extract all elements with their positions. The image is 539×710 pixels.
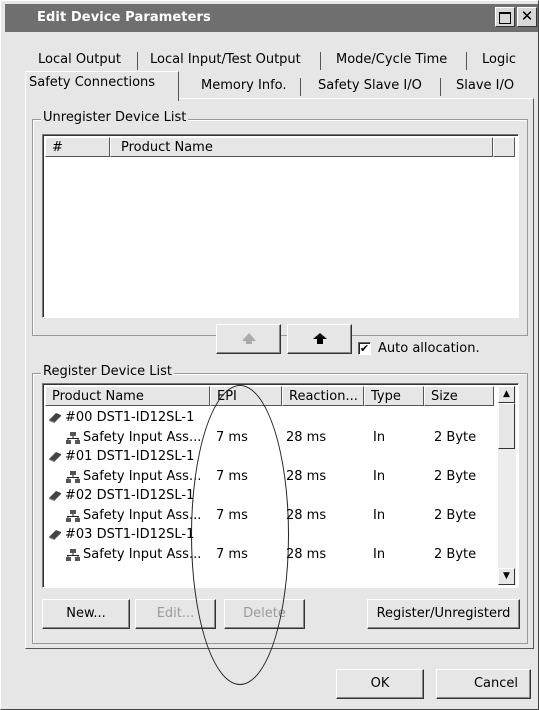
epi-value: 7 ms (216, 429, 248, 445)
cancel-button-label: Cancel (473, 676, 518, 691)
epi-value: 7 ms (216, 546, 248, 562)
column-header-number[interactable]: # (45, 137, 110, 157)
size-value: 2 Byte (434, 468, 477, 484)
type-value: In (373, 468, 386, 484)
device-icon (49, 530, 61, 540)
connection-icon (66, 509, 80, 522)
connection-name: Safety Input Ass... (83, 507, 202, 523)
tab-divider (440, 78, 441, 96)
reaction-value: 28 ms (286, 468, 327, 484)
device-icon (49, 413, 61, 423)
reaction-value: 28 ms (286, 507, 327, 523)
new-button-label: New... (66, 606, 106, 621)
column-header-type[interactable]: Type (364, 386, 424, 406)
auto-allocation-checkbox[interactable]: ✔ (358, 342, 371, 355)
delete-button[interactable]: Delete (224, 599, 305, 629)
tab-safety-connections[interactable]: Safety Connections (25, 71, 179, 101)
close-icon: ✕ (520, 7, 534, 25)
column-header-epi[interactable]: EPI (210, 386, 282, 406)
connection-row[interactable]: Safety Input Ass... 7 ms 28 ms In 2 Byte (43, 467, 498, 486)
vertical-scrollbar[interactable]: ▲ ▼ (498, 386, 516, 585)
reaction-value: 28 ms (286, 546, 327, 562)
edit-button[interactable]: Edit... (135, 599, 216, 629)
scroll-down-button[interactable]: ▼ (498, 568, 515, 585)
device-row[interactable]: #00 DST1-ID12SL-1 (43, 408, 498, 427)
arrow-up-icon (241, 333, 256, 344)
register-device-list-label: Register Device List (41, 364, 174, 379)
tab-divider (320, 52, 321, 70)
tab-local-input-test-output[interactable]: Local Input/Test Output (150, 48, 301, 72)
tab-local-output[interactable]: Local Output (38, 48, 121, 72)
ok-button[interactable]: OK (336, 669, 424, 699)
column-header-product-name[interactable]: Product Name (45, 386, 210, 406)
connection-icon (66, 548, 80, 561)
device-name: #00 DST1-ID12SL-1 (65, 410, 195, 425)
device-row[interactable]: #01 DST1-ID12SL-1 (43, 447, 498, 466)
device-row[interactable]: #02 DST1-ID12SL-1 (43, 486, 498, 505)
edit-device-parameters-dialog: Edit Device Parameters ✕ Local Output Lo… (0, 0, 539, 710)
reaction-value: 28 ms (286, 429, 327, 445)
new-button[interactable]: New... (42, 599, 130, 629)
connection-name: Safety Input Ass... (83, 429, 202, 445)
maximize-button[interactable] (495, 7, 515, 27)
arrow-down-icon (312, 333, 327, 344)
tab-row-1: Local Output Local Input/Test Output Mod… (25, 48, 534, 72)
register-device-list[interactable]: Product Name EPI Reaction... Type Size #… (42, 383, 519, 588)
connection-icon (66, 431, 80, 444)
connection-row[interactable]: Safety Input Ass... 7 ms 28 ms In 2 Byte (43, 545, 498, 564)
column-header-size[interactable]: Size (424, 386, 494, 406)
move-up-button[interactable] (216, 324, 281, 354)
connection-icon (66, 470, 80, 483)
register-unregister-button-label: Register/Unregisterd (376, 606, 511, 621)
unregister-device-list[interactable]: # Product Name (42, 134, 519, 318)
title-bar[interactable]: Edit Device Parameters ✕ (5, 4, 538, 32)
column-header-reaction[interactable]: Reaction... (282, 386, 364, 406)
device-name: #02 DST1-ID12SL-1 (65, 488, 195, 503)
type-value: In (373, 507, 386, 523)
ok-button-label: OK (370, 676, 390, 691)
tab-divider (300, 78, 301, 96)
device-icon (49, 491, 61, 501)
connection-row[interactable]: Safety Input Ass... 7 ms 28 ms In 2 Byte (43, 428, 498, 447)
connection-name: Safety Input Ass... (83, 546, 202, 562)
column-header-filler (493, 137, 515, 157)
tab-logic[interactable]: Logic (482, 48, 516, 72)
device-row[interactable]: #03 DST1-ID12SL-1 (43, 525, 498, 544)
connection-name: Safety Input Ass... (83, 468, 202, 484)
epi-value: 7 ms (216, 468, 248, 484)
tab-mode-cycle-time[interactable]: Mode/Cycle Time (336, 48, 447, 72)
edit-button-label: Edit... (156, 606, 195, 621)
tab-safety-connections-label: Safety Connections (29, 75, 156, 90)
cancel-button[interactable]: Cancel (436, 669, 531, 699)
unregister-device-list-label: Unregister Device List (41, 110, 189, 125)
type-value: In (373, 546, 386, 562)
type-value: In (373, 429, 386, 445)
tab-divider (466, 52, 467, 70)
scroll-thumb[interactable] (498, 403, 515, 449)
delete-button-label: Delete (243, 606, 286, 621)
tab-memory-info[interactable]: Memory Info. (201, 74, 287, 98)
tab-safety-slave-io[interactable]: Safety Slave I/O (318, 74, 422, 98)
epi-value: 7 ms (216, 507, 248, 523)
size-value: 2 Byte (434, 429, 477, 445)
size-value: 2 Byte (434, 507, 477, 523)
register-unregister-button[interactable]: Register/Unregisterd (367, 599, 520, 629)
maximize-icon (499, 12, 511, 24)
window-title: Edit Device Parameters (37, 10, 211, 25)
tab-slave-io[interactable]: Slave I/O (456, 74, 514, 98)
auto-allocation-label: Auto allocation. (378, 341, 480, 356)
close-button[interactable]: ✕ (517, 7, 537, 27)
device-name: #03 DST1-ID12SL-1 (65, 527, 195, 542)
move-down-button[interactable] (287, 324, 352, 354)
connection-row[interactable]: Safety Input Ass... 7 ms 28 ms In 2 Byte (43, 506, 498, 525)
device-icon (49, 452, 61, 462)
scroll-up-button[interactable]: ▲ (498, 386, 515, 403)
tab-divider (137, 52, 138, 70)
column-header-product-name[interactable]: Product Name (110, 137, 493, 157)
size-value: 2 Byte (434, 546, 477, 562)
device-name: #01 DST1-ID12SL-1 (65, 449, 195, 464)
